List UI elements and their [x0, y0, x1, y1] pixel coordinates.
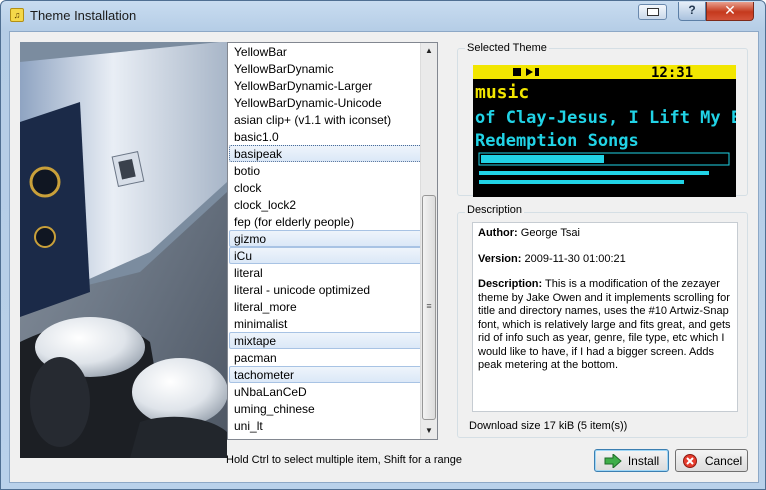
theme-list-item[interactable]: tachometer [229, 366, 436, 383]
theme-listbox[interactable]: YellowBar YellowBarDynamic YellowBarDynami… [227, 42, 438, 440]
preview-progress-fill [481, 155, 604, 163]
theme-list-item[interactable]: asian clip+ (v1.1 with iconset) [229, 111, 436, 128]
preview-volume-icon [535, 68, 539, 76]
theme-list-item[interactable]: literal - unicode optimized [229, 281, 436, 298]
preview-status-bar [473, 65, 736, 79]
cancel-icon [682, 453, 697, 468]
theme-list-item[interactable]: literal [229, 264, 436, 281]
description-box: Author: George Tsai Version: 2009-11-30 … [472, 222, 738, 412]
description-row: Description: This is a modification of t… [478, 278, 732, 373]
theme-preview: 12:31 music of Clay-Jesus, I Lift My E R… [473, 65, 736, 197]
cancel-button-label: Cancel [704, 453, 743, 468]
theme-list-item[interactable]: botio [229, 162, 436, 179]
theme-list-item[interactable]: clock_lock2 [229, 196, 436, 213]
preview-line-2: of Clay-Jesus, I Lift My E [475, 108, 736, 128]
theme-list-item[interactable]: fep (for elderly people) [229, 213, 436, 230]
description-legend: Description [465, 204, 525, 216]
preview-line-3: Redemption Songs [475, 131, 639, 151]
theme-list-item[interactable]: basipeak [229, 145, 436, 162]
selection-hint: Hold Ctrl to select multiple item, Shift… [226, 454, 462, 466]
scroll-up-arrow-icon[interactable]: ▲ [421, 43, 437, 59]
theme-list-item[interactable]: basic1.0 [229, 128, 436, 145]
help-button[interactable]: ? [678, 2, 706, 21]
theme-list-item[interactable]: YellowBar [229, 43, 436, 60]
theme-list-item[interactable]: mixtape [229, 332, 436, 349]
theme-list-items: YellowBar YellowBarDynamic YellowBarDynami… [228, 43, 437, 434]
theme-list-item[interactable]: uni_lt [229, 417, 436, 434]
window-layout-icon [647, 8, 659, 16]
version-value: 2009-11-30 01:00:21 [524, 252, 626, 265]
download-size: Download size 17 kiB (5 item(s)) [469, 420, 628, 432]
list-scrollbar[interactable]: ▲ ≡ ▼ [420, 43, 437, 439]
cancel-button[interactable]: Cancel [675, 449, 748, 472]
title-bar[interactable]: ♫ Theme Installation ? ✕ [1, 1, 765, 31]
theme-list-item[interactable]: pacman [229, 349, 436, 366]
theme-list-item[interactable]: uming_chinese [229, 400, 436, 417]
theme-list-item[interactable]: YellowBarDynamic [229, 60, 436, 77]
app-icon: ♫ [10, 8, 24, 22]
theme-list-item[interactable]: uNbaLanCeD [229, 383, 436, 400]
theme-list-item[interactable]: YellowBarDynamic-Unicode [229, 94, 436, 111]
install-arrow-icon [604, 453, 622, 468]
selected-theme-legend: Selected Theme [465, 42, 549, 54]
install-button-label: Install [627, 453, 660, 468]
close-button[interactable]: ✕ [706, 2, 754, 21]
theme-list-item[interactable]: clock [229, 179, 436, 196]
preview-peak-meter-right [479, 180, 684, 184]
preview-clock: 12:31 [651, 65, 693, 81]
decorative-photo [20, 42, 227, 458]
dialog-client-area: YellowBar YellowBarDynamic YellowBarDynami… [9, 31, 759, 483]
preview-line-1: music [475, 82, 529, 103]
install-button[interactable]: Install [594, 449, 669, 472]
theme-list-item[interactable]: gizmo [229, 230, 436, 247]
scroll-down-arrow-icon[interactable]: ▼ [421, 423, 437, 439]
theme-list-item[interactable]: iCu [229, 247, 436, 264]
author-value: George Tsai [520, 227, 580, 239]
theme-list-item[interactable]: literal_more [229, 298, 436, 315]
description-label: Description: [478, 278, 543, 290]
theme-list-item[interactable]: YellowBarDynamic-Larger [229, 77, 436, 94]
description-text: This is a modification of the zezayer th… [478, 278, 731, 371]
preview-peak-meter-left [479, 171, 709, 175]
window-title: Theme Installation [30, 8, 137, 23]
author-row: Author: George Tsai [478, 227, 732, 241]
preview-battery-icon [513, 68, 521, 76]
author-label: Author: [478, 227, 518, 239]
version-label: Version: [478, 252, 522, 265]
theme-list-item[interactable]: minimalist [229, 315, 436, 332]
theme-installation-window: ♫ Theme Installation ? ✕ YellowBar Yello… [0, 0, 766, 490]
version-row: Version: 2009-11-30 01:00:21 [478, 253, 732, 267]
scrollbar-thumb[interactable]: ≡ [422, 195, 436, 420]
window-extra-button[interactable] [638, 4, 667, 20]
